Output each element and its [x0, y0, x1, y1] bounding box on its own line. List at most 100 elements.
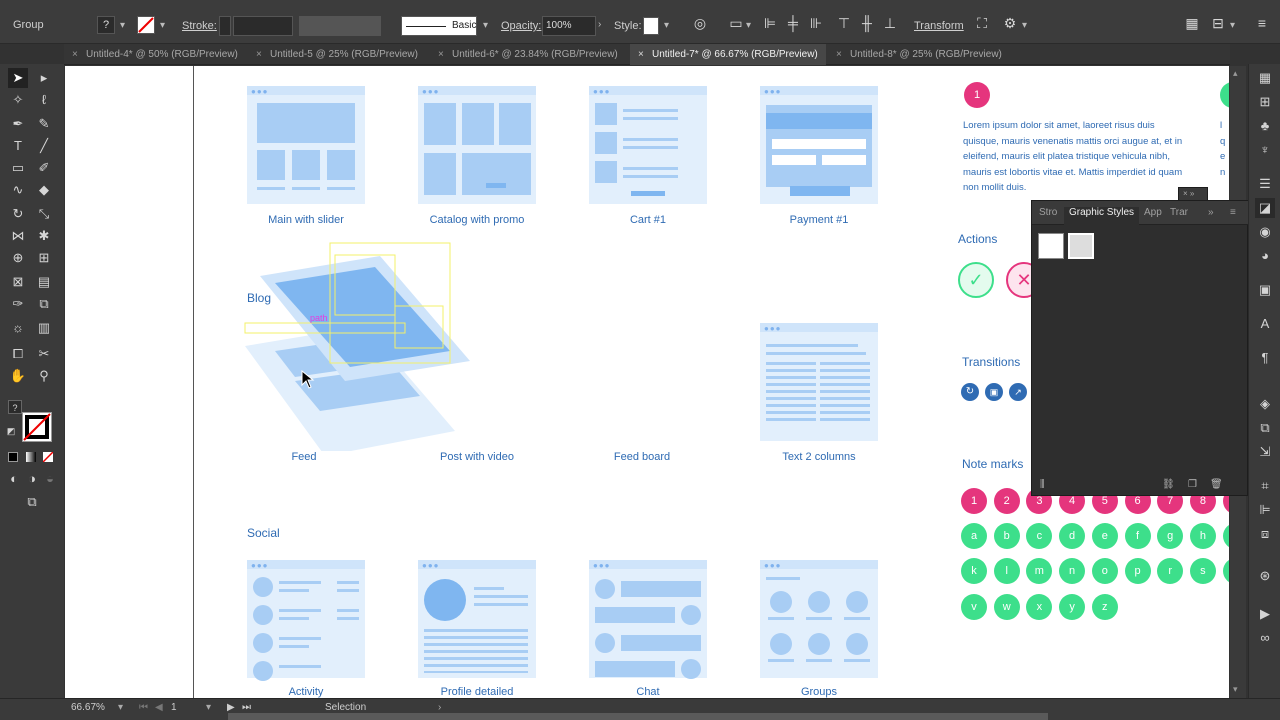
pen-tool-icon[interactable]: ✒ — [8, 114, 28, 134]
opacity-field[interactable]: 100% — [542, 16, 596, 36]
align-middle-icon[interactable]: ╫ — [857, 15, 877, 31]
zoom-tool-icon[interactable]: ⚲ — [34, 366, 54, 386]
slice-tool-icon[interactable]: ✂ — [34, 344, 54, 364]
double-chevron-icon[interactable]: » — [1208, 207, 1214, 218]
wireframe-main-with-slider[interactable]: ●●● — [247, 86, 365, 204]
type-tool-icon[interactable]: T — [8, 136, 28, 156]
screen-mode-icon[interactable]: ⧉ — [22, 492, 42, 512]
artboards-panel-icon[interactable]: ⧉ — [1255, 418, 1275, 438]
chevron-down-icon[interactable]: ▾ — [206, 702, 211, 713]
symbols-panel-icon[interactable]: ♆ — [1255, 140, 1275, 160]
draw-inside-icon[interactable]: ◒ — [40, 469, 60, 489]
fill-swatch-small[interactable]: ? — [8, 400, 22, 414]
chevron-down-icon[interactable]: ▾ — [1022, 20, 1027, 31]
puppet-warp-tool-icon[interactable]: ✱ — [34, 226, 54, 246]
magic-wand-tool-icon[interactable]: ✧ — [8, 90, 28, 110]
width-tool-icon[interactable]: ⋈ — [8, 226, 28, 246]
artboard-tool-icon[interactable]: ⧠ — [8, 344, 28, 364]
grid-view-icon[interactable]: ▦ — [1182, 15, 1202, 32]
links-panel-icon[interactable]: ∞ — [1255, 628, 1275, 648]
stroke-color-swatch[interactable] — [22, 412, 52, 442]
next-artboard-icon[interactable]: ▶ — [227, 702, 235, 713]
shaper-tool-icon[interactable]: ∿ — [8, 180, 28, 200]
artboard-number[interactable]: 1 — [171, 702, 177, 713]
swatches-panel-icon[interactable]: ⊞ — [1255, 92, 1275, 112]
align-left-icon[interactable]: ⊫ — [760, 15, 780, 32]
close-icon[interactable]: × — [256, 44, 262, 65]
zoom-level[interactable]: 66.67% — [71, 702, 105, 713]
selection-tool-icon[interactable]: ➤ — [8, 68, 28, 88]
character-panel-icon[interactable]: A — [1255, 314, 1275, 334]
scroll-up-icon[interactable]: ▴ — [1233, 68, 1238, 79]
align-bottom-icon[interactable]: ⊥ — [880, 15, 900, 32]
chevron-down-icon[interactable]: ▾ — [664, 20, 669, 31]
chevron-down-icon[interactable]: ▾ — [160, 20, 165, 31]
isolate-group-icon[interactable]: ⛶ — [972, 15, 992, 32]
break-link-icon[interactable]: ⛓ — [1162, 479, 1175, 490]
hand-tool-icon[interactable]: ✋ — [8, 366, 28, 386]
graphic-styles-libraries-icon[interactable]: ⫼ — [1040, 479, 1045, 490]
properties-panel-icon[interactable]: ▣ — [1255, 280, 1275, 300]
rectangle-tool-icon[interactable]: ▭ — [8, 158, 28, 178]
tab-untitled-4[interactable]: × Untitled-4* @ 50% (RGB/Preview) — [64, 44, 246, 65]
wireframe-catalog-with-promo[interactable]: ●●● — [418, 86, 536, 204]
new-style-icon[interactable]: ❐ — [1188, 479, 1197, 490]
lasso-tool-icon[interactable]: ℓ — [34, 90, 54, 110]
navigator-panel-icon[interactable]: ⊛ — [1255, 566, 1275, 586]
fill-swatch[interactable]: ? — [97, 16, 115, 34]
wireframe-chat[interactable]: ●●● — [589, 560, 707, 679]
trash-icon[interactable]: 🗑 — [1210, 479, 1223, 490]
symbol-sprayer-tool-icon[interactable]: ☼ — [8, 318, 28, 338]
perspective-grid-tool-icon[interactable]: ⊞ — [34, 248, 54, 268]
chevron-right-icon[interactable]: › — [598, 19, 601, 30]
chevron-down-icon[interactable]: ▾ — [483, 20, 488, 31]
curvature-tool-icon[interactable]: ✎ — [34, 114, 54, 134]
stroke-stepper[interactable] — [219, 16, 231, 36]
align-to-icon[interactable]: ▭ — [726, 15, 746, 32]
tab-stroke[interactable]: Stro — [1039, 207, 1057, 218]
tab-untitled-5[interactable]: × Untitled-5 @ 25% (RGB/Preview) — [248, 44, 426, 65]
isometric-feed-group[interactable] — [215, 231, 505, 451]
align-right-icon[interactable]: ⊪ — [806, 15, 826, 32]
tab-untitled-6[interactable]: × Untitled-6* @ 23.84% (RGB/Preview) — [430, 44, 626, 65]
appearance-panel-icon[interactable]: ◉ — [1255, 222, 1275, 242]
close-icon[interactable]: × — [836, 44, 842, 65]
gradient-mode-icon[interactable] — [26, 452, 36, 462]
recolor-artwork-icon[interactable]: ◎ — [690, 15, 710, 32]
actions-panel-icon[interactable]: ▶ — [1255, 604, 1275, 624]
wireframe-text-2-columns[interactable]: ●●● — [760, 323, 878, 441]
none-mode-icon[interactable] — [43, 452, 53, 462]
export-panel-icon[interactable]: ⇲ — [1255, 442, 1275, 462]
close-icon[interactable]: × — [438, 44, 444, 65]
chevron-down-icon[interactable]: ▾ — [118, 702, 123, 713]
panel-menu-icon[interactable]: ≡ — [1230, 207, 1236, 218]
align-top-icon[interactable]: ⊤ — [834, 15, 854, 32]
transparency-panel-icon[interactable]: ◕ — [1255, 246, 1275, 266]
chevron-down-icon[interactable]: ▾ — [746, 20, 751, 31]
panel-close-collapse[interactable]: × » — [1178, 187, 1208, 201]
wireframe-cart[interactable]: ●●● — [589, 86, 707, 204]
rotate-tool-icon[interactable]: ↻ — [8, 204, 28, 224]
chevron-down-icon[interactable]: ▾ — [120, 20, 125, 31]
direct-selection-tool-icon[interactable]: ▸ — [34, 68, 54, 88]
quick-actions-icon[interactable]: ⚙ — [1000, 15, 1020, 32]
mesh-tool-icon[interactable]: ⊠ — [8, 272, 28, 292]
layers-panel-icon[interactable]: ◈ — [1255, 394, 1275, 414]
graphic-style-swatch[interactable] — [643, 17, 659, 35]
blend-tool-icon[interactable]: ⧉ — [34, 294, 54, 314]
default-graphic-style-swatch[interactable] — [1038, 233, 1064, 259]
arrange-documents-icon[interactable]: ⊟ — [1208, 15, 1228, 32]
draw-behind-icon[interactable]: ◑ — [22, 469, 42, 489]
graphic-style-swatch-2[interactable] — [1068, 233, 1094, 259]
align-panel-icon[interactable]: ⊫ — [1255, 500, 1275, 520]
color-panel-icon[interactable]: ▦ — [1255, 68, 1275, 88]
brush-definition[interactable]: Basic — [401, 16, 477, 36]
shape-builder-tool-icon[interactable]: ⊕ — [8, 248, 28, 268]
tab-untitled-8[interactable]: × Untitled-8* @ 25% (RGB/Preview) — [828, 44, 1024, 65]
chevron-down-icon[interactable]: ▾ — [1230, 20, 1235, 31]
tab-appearance[interactable]: App — [1144, 207, 1162, 218]
first-artboard-icon[interactable]: ⏮ — [139, 702, 148, 713]
last-artboard-icon[interactable]: ⏭ — [242, 702, 251, 713]
column-graph-tool-icon[interactable]: ▥ — [34, 318, 54, 338]
paintbrush-tool-icon[interactable]: ✐ — [34, 158, 54, 178]
